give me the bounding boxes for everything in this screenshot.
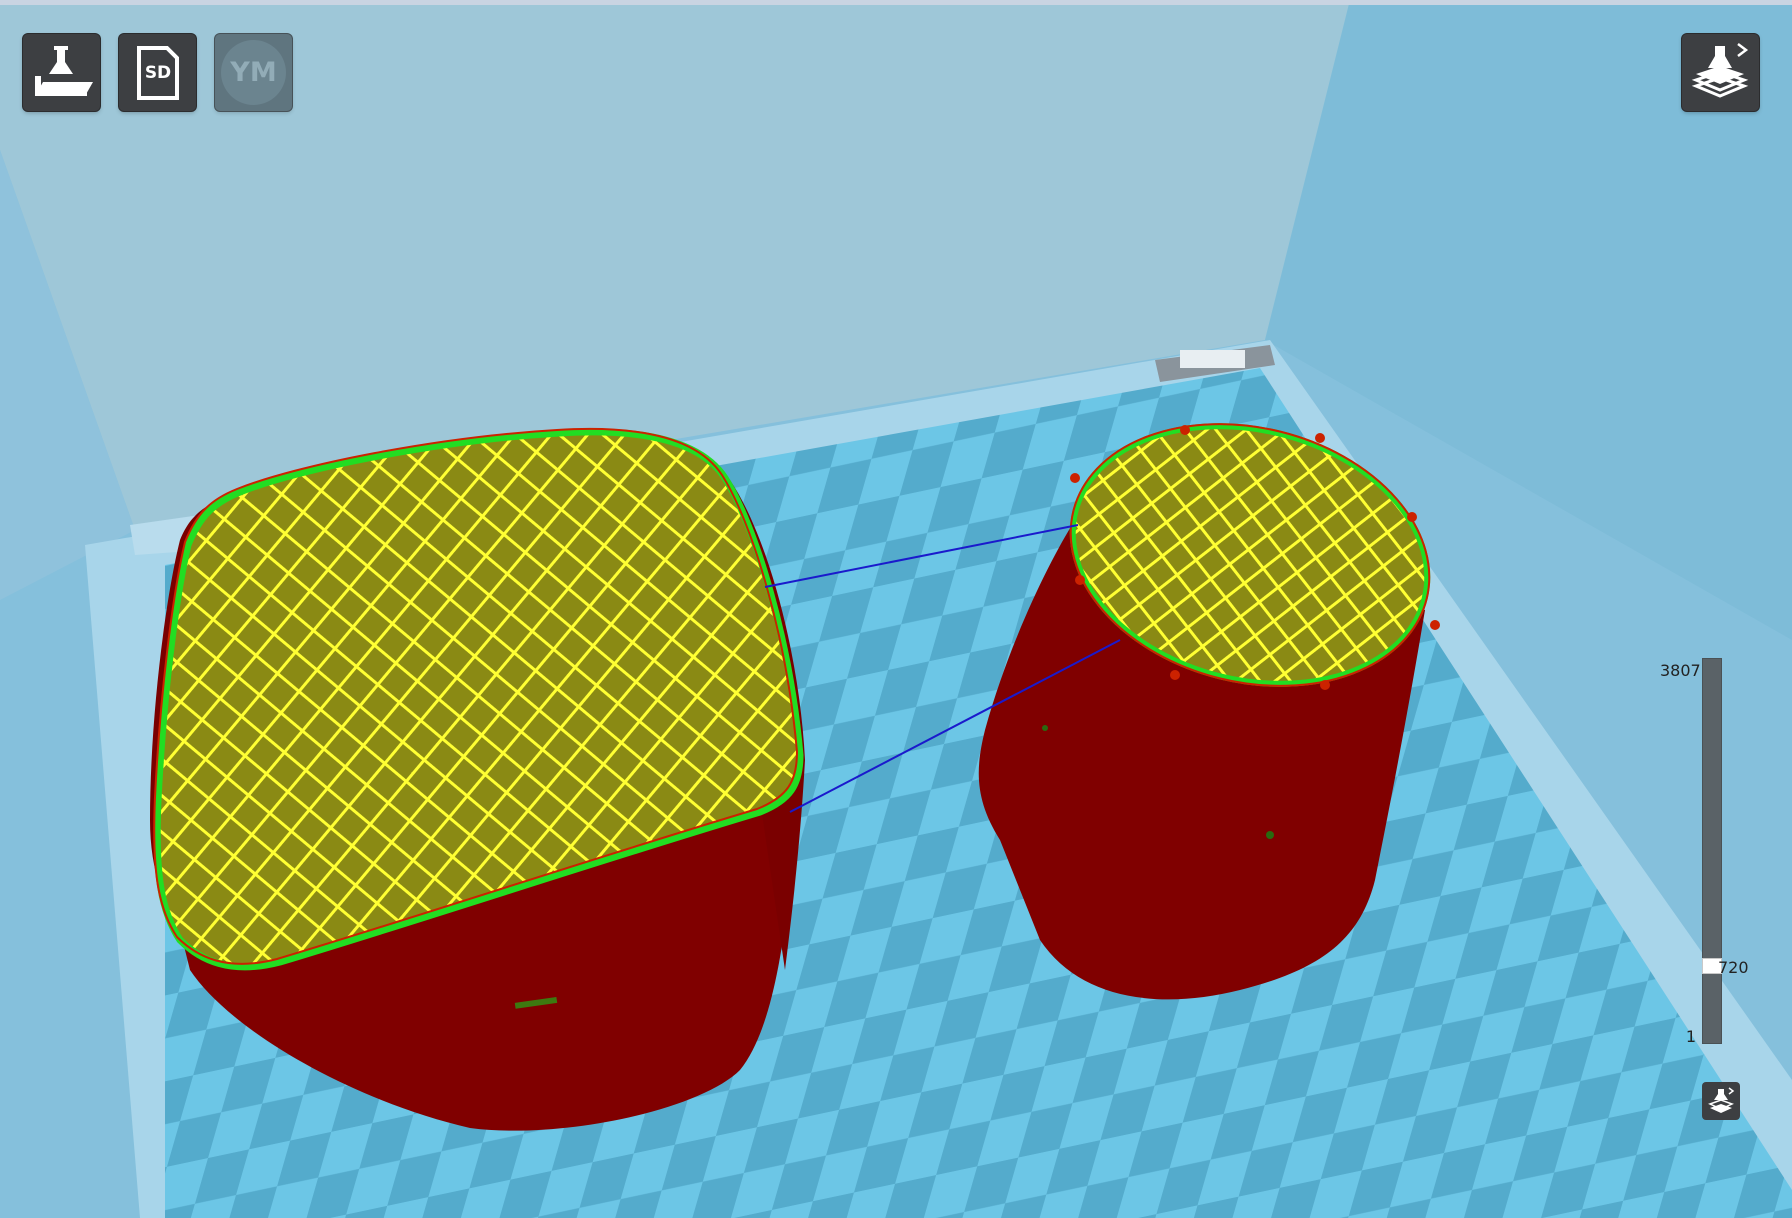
load-model-button[interactable]: [23, 34, 100, 111]
view-mode-button[interactable]: [1682, 34, 1759, 111]
layer-view-toggle-button[interactable]: [1702, 1082, 1740, 1120]
3d-viewport[interactable]: [0, 0, 1792, 1218]
layer-slider[interactable]: [1700, 658, 1724, 1044]
youmagine-button[interactable]: YM: [215, 34, 292, 111]
ym-label: YM: [230, 57, 277, 88]
layer-slider-current-label: 720: [1718, 958, 1749, 977]
save-to-sd-button[interactable]: SD: [119, 34, 196, 111]
load-model-icon: [35, 46, 93, 96]
layer-slider-track[interactable]: [1702, 658, 1722, 1044]
layer-slider-min-label: 1: [1685, 1027, 1696, 1046]
layer-slider-max-label: 3807: [1660, 661, 1701, 680]
sd-label: SD: [144, 63, 172, 83]
layer-view-icon: [1708, 1087, 1735, 1113]
viewport-scene: [0, 0, 1792, 1218]
layer-view-icon: [1691, 43, 1749, 98]
